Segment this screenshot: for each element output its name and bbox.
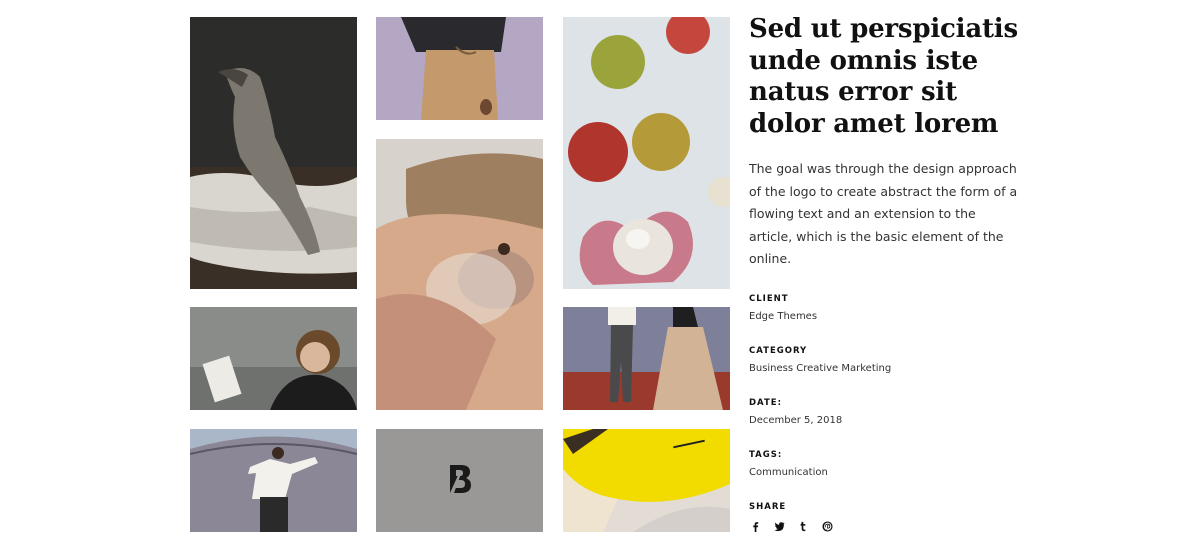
project-title: Sed ut perspiciatis unde omnis iste natu…	[749, 14, 1018, 139]
gallery-image-magazine[interactable]	[563, 429, 730, 532]
magazine-photo	[563, 429, 730, 532]
gallery-image-portrait-glass[interactable]	[376, 139, 543, 410]
gallery-image-greyhound[interactable]	[190, 17, 357, 289]
gallery-image-fashion-pants[interactable]	[376, 17, 543, 120]
boy-photo	[190, 307, 357, 410]
project-description: The goal was through the design approach…	[749, 161, 1018, 266]
project-meta: CLIENT Edge Themes CATEGORY Business Cre…	[749, 293, 1019, 533]
fashion-pants-photo	[376, 17, 543, 120]
tags-label: TAGS:	[749, 449, 783, 460]
pinterest-icon[interactable]	[821, 521, 833, 533]
date-label: DATE:	[749, 397, 782, 408]
meta-tags: TAGS: Communication	[749, 449, 1019, 484]
lychees-photo	[563, 17, 730, 289]
gallery-image-man-arena[interactable]	[190, 429, 357, 532]
client-label: CLIENT	[749, 293, 789, 304]
facebook-icon[interactable]	[749, 521, 761, 533]
greyhound-photo	[190, 17, 357, 289]
tags-link[interactable]: Communication	[749, 466, 1019, 479]
meta-category: CATEGORY Business Creative Marketing	[749, 345, 1019, 380]
client-value: Edge Themes	[749, 310, 818, 322]
man-arena-photo	[190, 429, 357, 532]
tumblr-icon[interactable]	[797, 521, 809, 533]
logo-tile[interactable]	[376, 429, 543, 532]
category-value: Business Creative Marketing	[749, 362, 892, 374]
gallery-image-walking-couple[interactable]	[563, 307, 730, 410]
meta-date: DATE: December 5, 2018	[749, 397, 1019, 432]
gallery-image-boy[interactable]	[190, 307, 357, 410]
gallery-image-lychees[interactable]	[563, 17, 730, 289]
meta-client: CLIENT Edge Themes	[749, 293, 1019, 328]
walking-couple-photo	[563, 307, 730, 410]
share-icons	[749, 521, 1019, 533]
twitter-icon[interactable]	[773, 521, 785, 533]
date-value: December 5, 2018	[749, 414, 843, 426]
project-info-panel: Sed ut perspiciatis unde omnis iste natu…	[749, 14, 1019, 533]
category-label: CATEGORY	[749, 345, 808, 356]
meta-share: SHARE	[749, 501, 1019, 533]
portrait-glass-photo	[376, 139, 543, 410]
brand-logo-b	[448, 465, 472, 493]
share-label: SHARE	[749, 501, 787, 512]
